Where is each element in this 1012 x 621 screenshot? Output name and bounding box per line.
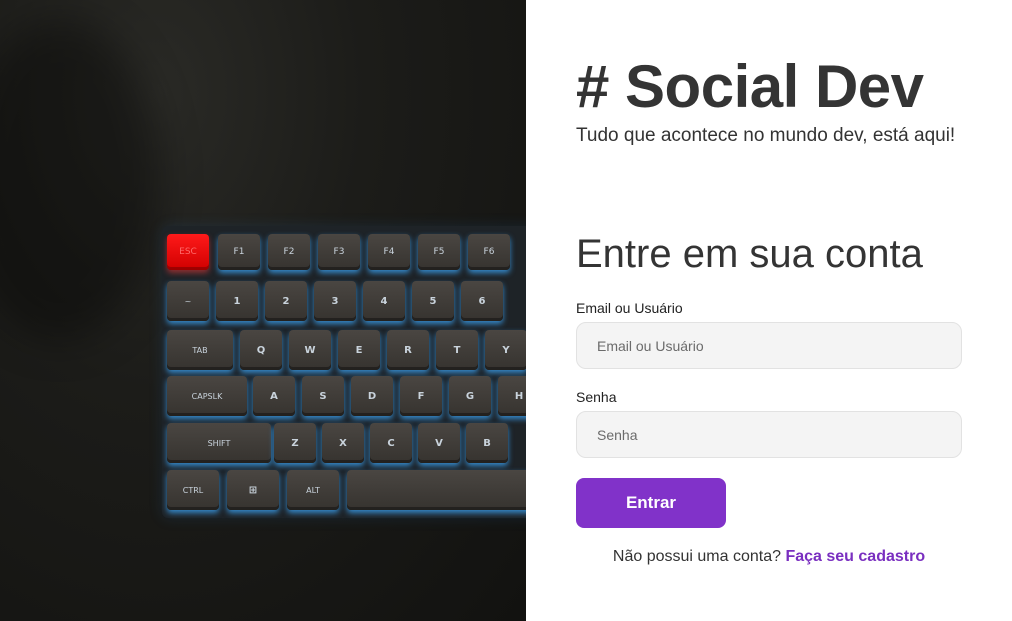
password-label: Senha [576,389,617,405]
keyboard-key-5: 5 [412,281,454,321]
keyboard-key-y: Y [485,330,526,370]
keyboard-key-v: V [418,423,460,463]
keyboard-illustration: ESC F1 F2 F3 F4 F5 F6 ~ 1 2 3 4 5 6 TAB … [162,226,526,518]
brand-tagline: Tudo que acontece no mundo dev, está aqu… [576,125,956,146]
keyboard-key-t: T [436,330,478,370]
keyboard-key-6: 6 [461,281,503,321]
keyboard-key-tab: TAB [167,330,233,370]
keyboard-key-q: Q [240,330,282,370]
keyboard-key-f1: F1 [218,234,260,270]
hero-shadow [0,20,160,340]
keyboard-key-shift: SHIFT [167,423,271,463]
signup-link[interactable]: Faça seu cadastro [785,548,925,565]
keyboard-key-s: S [302,376,344,416]
password-input[interactable] [576,411,962,458]
login-page: ESC F1 F2 F3 F4 F5 F6 ~ 1 2 3 4 5 6 TAB … [0,0,1012,621]
email-label: Email ou Usuário [576,300,683,316]
login-heading: Entre em sua conta [576,232,923,276]
keyboard-key-a: A [253,376,295,416]
keyboard-key-c: C [370,423,412,463]
keyboard-key-f4: F4 [368,234,410,270]
keyboard-key-r: R [387,330,429,370]
signup-row: Não possui uma conta? Faça seu cadastro [576,548,962,566]
windows-key-icon: ⊞ [227,470,279,510]
keyboard-key-x: X [322,423,364,463]
keyboard-key-ctrl: CTRL [167,470,219,510]
keyboard-key-w: W [289,330,331,370]
keyboard-key-f: F [400,376,442,416]
keyboard-key-tilde: ~ [167,281,209,321]
keyboard-key-alt: ALT [287,470,339,510]
keyboard-key-2: 2 [265,281,307,321]
keyboard-key-g: G [449,376,491,416]
keyboard-key-f2: F2 [268,234,310,270]
keyboard-key-3: 3 [314,281,356,321]
login-panel: # Social Dev Tudo que acontece no mundo … [526,0,1012,621]
keyboard-key-b: B [466,423,508,463]
keyboard-key-z: Z [274,423,316,463]
keyboard-key-d: D [351,376,393,416]
keyboard-key-e: E [338,330,380,370]
keyboard-key-4: 4 [363,281,405,321]
keyboard-key-capslock: CAPSLK [167,376,247,416]
keyboard-key-space [347,470,526,510]
brand-title: # Social Dev [576,53,924,120]
keyboard-key-f3: F3 [318,234,360,270]
keyboard-key-esc: ESC [167,234,209,270]
keyboard-key-f6: F6 [468,234,510,270]
signup-prompt: Não possui uma conta? [612,548,782,565]
keyboard-key-1: 1 [216,281,258,321]
login-submit-button[interactable]: Entrar [576,478,726,528]
hero-keyboard-image: ESC F1 F2 F3 F4 F5 F6 ~ 1 2 3 4 5 6 TAB … [0,0,526,621]
email-input[interactable] [576,322,962,369]
keyboard-key-h: H [498,376,526,416]
keyboard-key-f5: F5 [418,234,460,270]
